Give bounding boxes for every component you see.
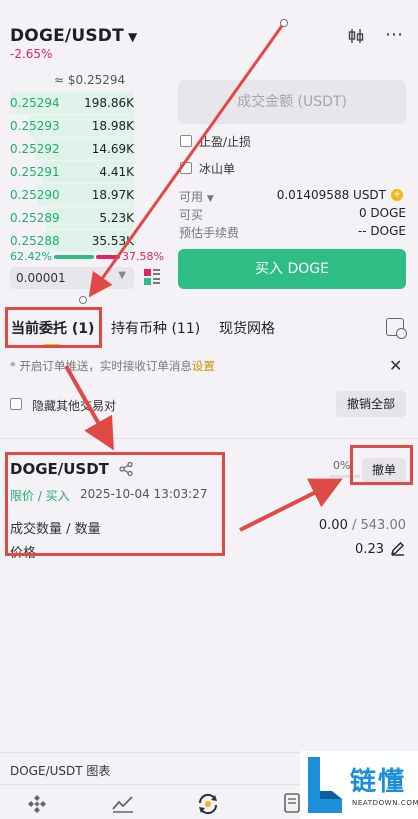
watermark-text: 链懂: [350, 767, 407, 797]
home-icon[interactable]: [27, 793, 47, 818]
watermark-logo: [308, 757, 342, 813]
annotation-arrows: [64, 19, 343, 532]
watermark-subtext: NEATDOWN.COM: [352, 799, 418, 807]
markets-icon[interactable]: [112, 793, 134, 818]
watermark: 链懂 NEATDOWN.COM: [300, 751, 418, 819]
chart-link[interactable]: DOGE/USDT 图表: [10, 762, 110, 779]
trade-icon[interactable]: [196, 793, 220, 819]
